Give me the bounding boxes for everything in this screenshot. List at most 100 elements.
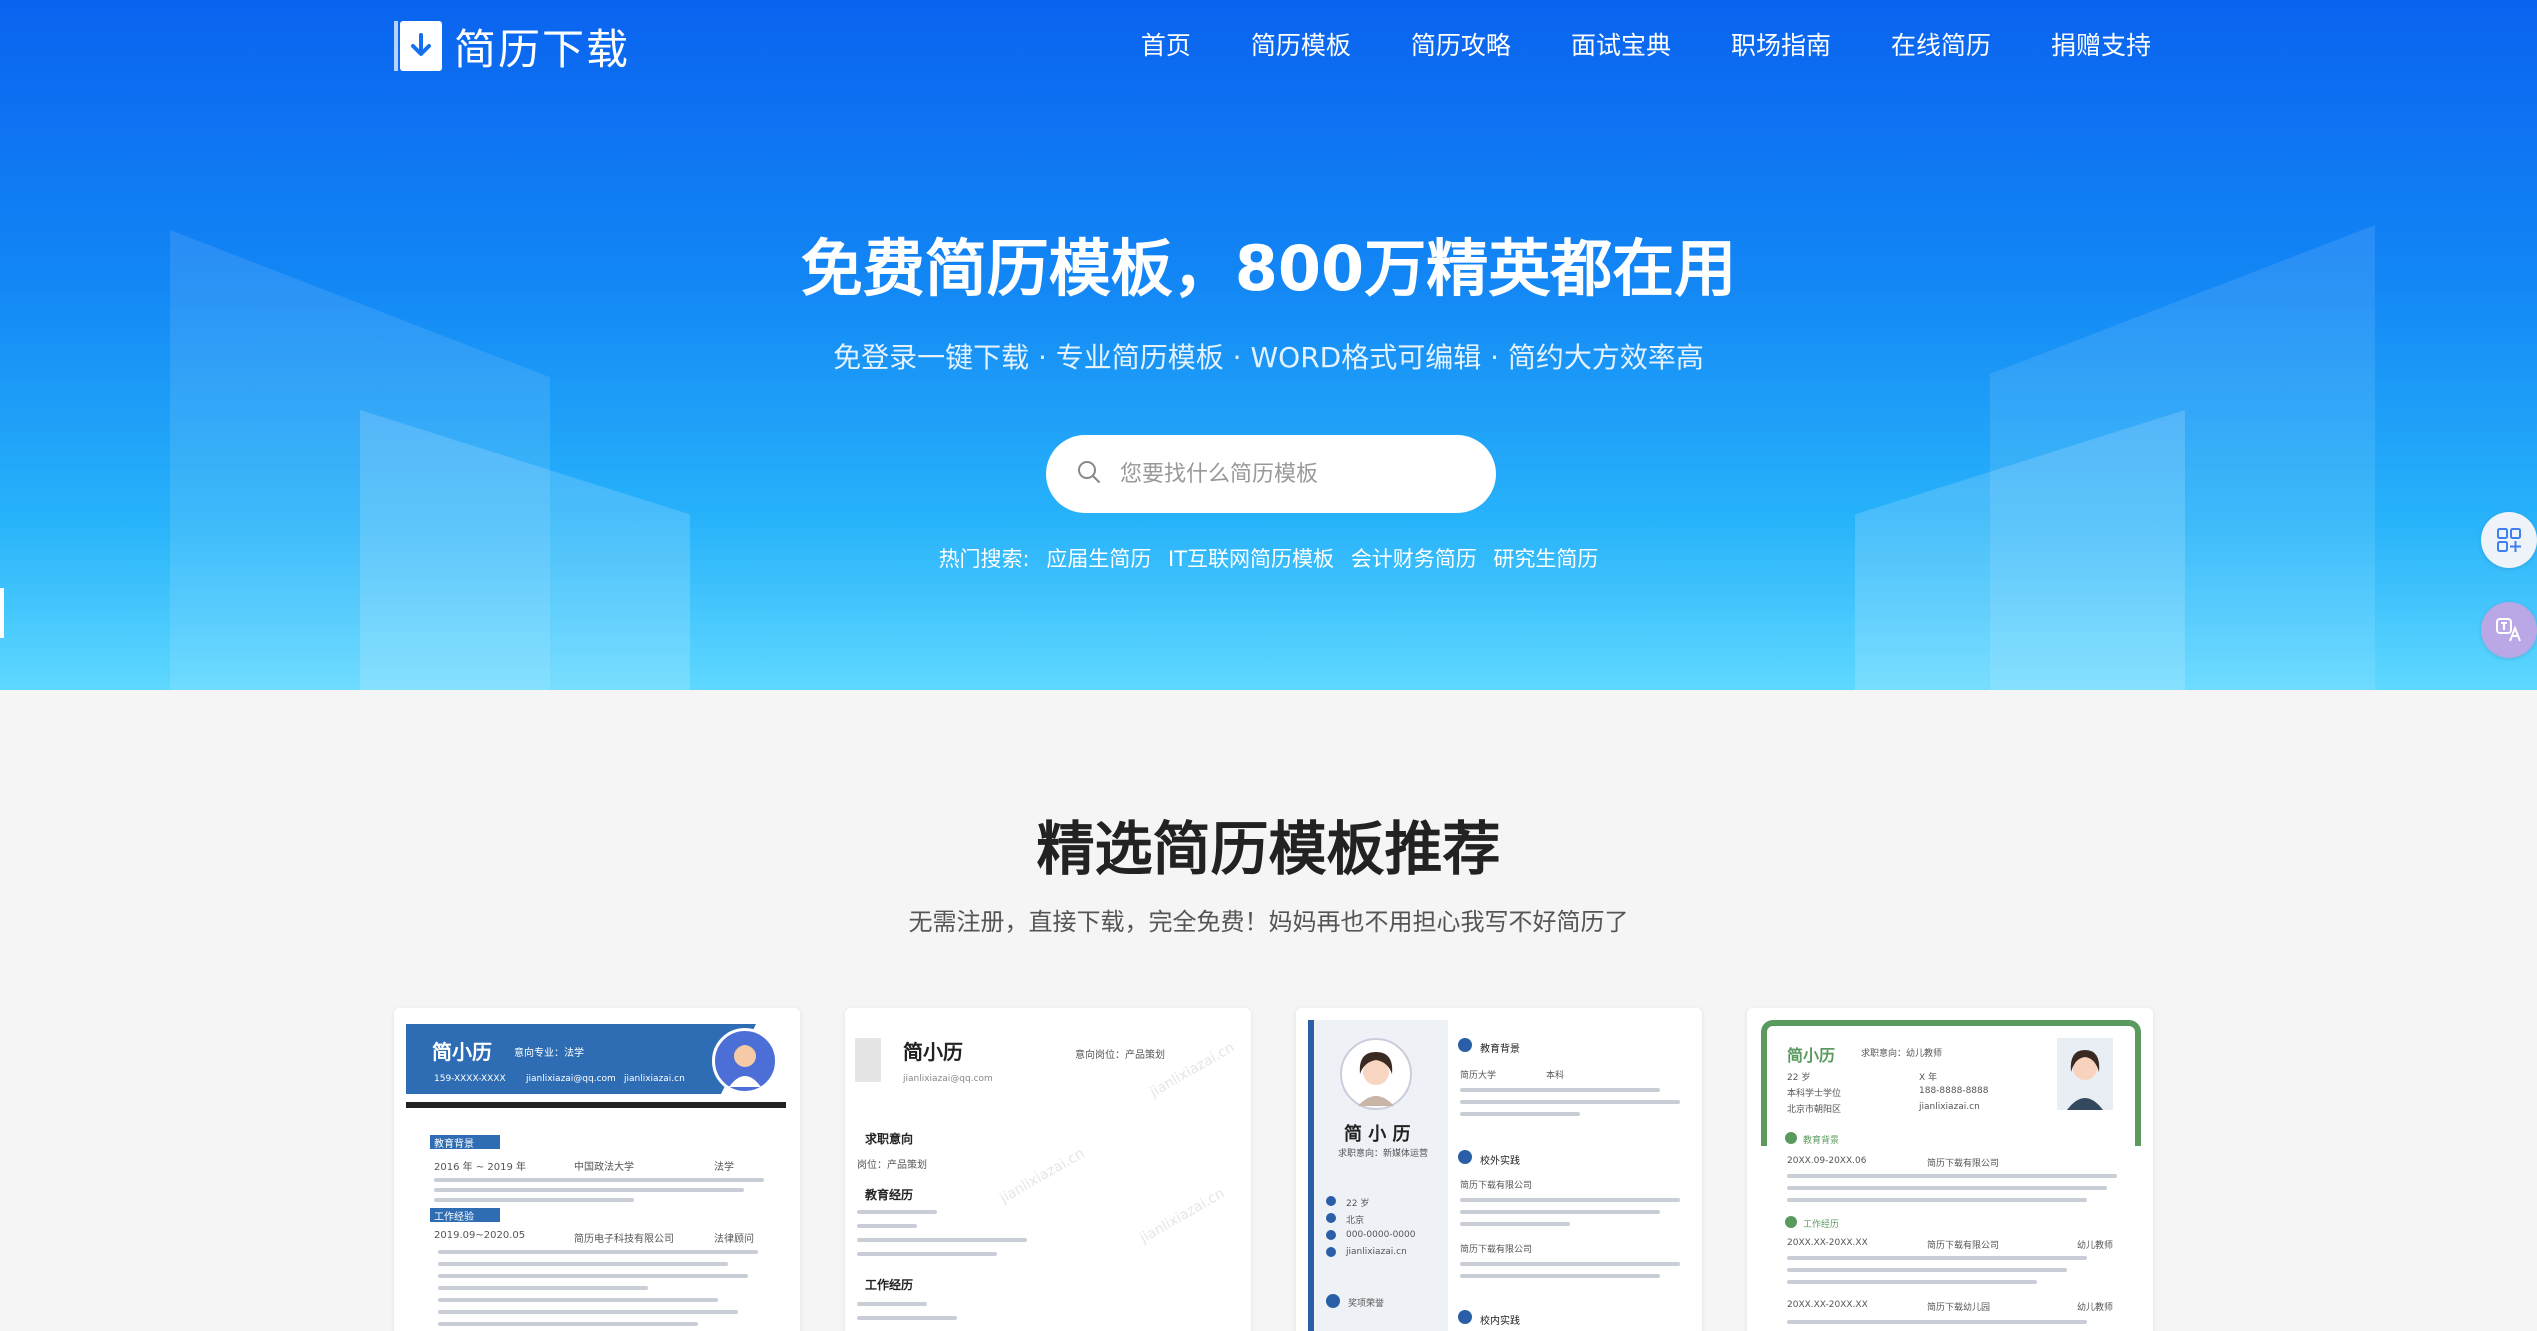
resume-email: jianlixiazai.cn (1919, 1102, 1980, 1112)
resume-site: jianlixiazai.cn (624, 1074, 685, 1084)
watermark: jianlixiazai.cn (997, 1145, 1088, 1207)
hot-searches: 热门搜索: 应届生简历 IT互联网简历模板 会计财务简历 研究生简历 (0, 543, 2537, 573)
resume-age: 22 岁 (1787, 1073, 1811, 1083)
work-role: 幼儿教师 (2077, 1303, 2114, 1313)
location-icon (1326, 1213, 1336, 1223)
photo (2057, 1038, 2113, 1110)
resume-age: 22 岁 (1346, 1199, 1370, 1209)
resume-name: 简小历 (432, 1040, 492, 1064)
edu-school: 中国政法大学 (574, 1162, 634, 1173)
section-label: 工作经历 (1803, 1220, 1840, 1230)
work-company: 简历下载有限公司 (1460, 1245, 1533, 1255)
template-card[interactable]: 简 小 历 求职意向：新媒体运营 22 岁 北京 000-0000-0000 j… (1296, 1008, 1702, 1331)
edu-date: 20XX.09-20XX.06 (1787, 1156, 1867, 1166)
job-line: 岗位：产品策划 (857, 1160, 927, 1171)
section-label: 校内实践 (1480, 1316, 1520, 1327)
nav-item-online-resume[interactable]: 在线简历 (1891, 26, 1991, 62)
award-icon (1326, 1294, 1340, 1308)
section-label: 工作经历 (865, 1278, 914, 1292)
nav-item-interview[interactable]: 面试宝典 (1571, 26, 1671, 62)
hot-search-link[interactable]: 会计财务简历 (1351, 547, 1477, 571)
hot-search-link[interactable]: 研究生简历 (1493, 547, 1598, 571)
section-label: 求职意向 (865, 1132, 914, 1146)
translate-icon[interactable] (2481, 602, 2537, 658)
resume-intent: 求职意向：新媒体运营 (1338, 1149, 1429, 1159)
template-card[interactable]: 简小历 意向专业：法学 159-XXXX-XXXX jianlixiazai@q… (394, 1008, 800, 1331)
avatar (1340, 1038, 1412, 1110)
resume-edu: 本科学士学位 (1787, 1089, 1842, 1099)
resume-name: 简 小 历 (1344, 1124, 1411, 1145)
edu-major: 法学 (714, 1162, 734, 1173)
resume-address: 北京市朝阳区 (1787, 1105, 1842, 1115)
hero-title: 免费简历模板，800万精英都在用 (800, 232, 1737, 305)
search-box[interactable] (1046, 435, 1496, 513)
resume-name: 简小历 (1787, 1046, 1836, 1065)
section-label: 校外实践 (1480, 1156, 1520, 1167)
download-doc-icon (394, 21, 442, 71)
section-label: 教育背景 (1480, 1044, 1520, 1055)
nav-item-guides[interactable]: 简历攻略 (1411, 26, 1511, 62)
hot-search-label: 热门搜索: (938, 547, 1030, 571)
resume-phone: 000-0000-0000 (1346, 1230, 1416, 1240)
search-input[interactable] (1120, 461, 1460, 487)
work-role: 幼儿教师 (2077, 1241, 2114, 1251)
section-label: 奖项荣誉 (1348, 1299, 1385, 1309)
site-logo[interactable]: 简历下载 (394, 20, 630, 74)
hero-subtitle: 免登录一键下载 · 专业简历模板 · WORD格式可编辑 · 简约大方效率高 (833, 341, 1704, 374)
phone-icon (1326, 1230, 1336, 1240)
section-label: 工作经验 (434, 1212, 474, 1223)
campus-icon (1458, 1310, 1472, 1324)
resume-name: 简小历 (903, 1040, 963, 1064)
edu-school: 简历大学 (1460, 1071, 1497, 1081)
work-role: 法律顾问 (714, 1234, 754, 1245)
section-label: 教育背景 (1803, 1136, 1840, 1146)
template-card[interactable]: 简小历 意向岗位：产品策划 jianlixiazai@qq.com jianli… (845, 1008, 1251, 1331)
section-label: 教育经历 (865, 1188, 914, 1202)
resume-email: jianlixiazai@qq.com (526, 1074, 616, 1084)
work-icon (1785, 1216, 1797, 1228)
nav-item-home[interactable]: 首页 (1141, 26, 1191, 62)
resume-email: jianlixiazai@qq.com (903, 1074, 993, 1084)
edu-degree: 本科 (1546, 1071, 1565, 1081)
work-date: 2019.09~2020.05 (434, 1230, 526, 1241)
work-company: 简历电子科技有限公司 (574, 1234, 674, 1245)
nav-item-donate[interactable]: 捐赠支持 (2051, 26, 2151, 62)
main-nav: 首页 简历模板 简历攻略 面试宝典 职场指南 在线简历 捐赠支持 (1141, 26, 2151, 62)
watermark: jianlixiazai.cn (1137, 1185, 1228, 1247)
work-company: 简历下载有限公司 (1460, 1181, 1533, 1191)
person-icon (1326, 1196, 1336, 1206)
nav-item-career[interactable]: 职场指南 (1731, 26, 1831, 62)
hot-search-link[interactable]: 应届生简历 (1046, 547, 1151, 571)
floating-toolbar (2481, 512, 2537, 692)
section-title: 精选简历模板推荐 (1036, 815, 1501, 883)
edu-date: 2016 年 ~ 2019 年 (434, 1162, 526, 1173)
resume-years: X 年 (1919, 1073, 1938, 1083)
resume-phone: 159-XXXX-XXXX (434, 1074, 506, 1084)
resume-intent: 意向专业：法学 (514, 1048, 584, 1059)
work-date: 20XX.XX-20XX.XX (1787, 1300, 1868, 1310)
template-card-list: 简小历 意向专业：法学 159-XXXX-XXXX jianlixiazai@q… (394, 1008, 2153, 1331)
photo-placeholder (855, 1038, 881, 1082)
edu-company: 简历下载有限公司 (1927, 1159, 2000, 1169)
edu-icon (1458, 1038, 1472, 1052)
brand-name: 简历下载 (454, 24, 631, 74)
search-icon[interactable] (1076, 459, 1102, 489)
hero-banner: 简历下载 首页 简历模板 简历攻略 面试宝典 职场指南 在线简历 捐赠支持 免费… (0, 0, 2537, 690)
divider (406, 1102, 786, 1108)
template-card[interactable]: 简小历 求职意向：幼儿教师 22 岁 X 年 本科学士学位 188-8888-8… (1747, 1008, 2153, 1331)
web-icon (1326, 1247, 1336, 1257)
section-label: 教育背景 (434, 1139, 474, 1150)
edu-icon (1785, 1132, 1797, 1144)
nav-item-templates[interactable]: 简历模板 (1251, 26, 1351, 62)
resume-site: jianlixiazai.cn (1346, 1247, 1407, 1257)
edge-handle[interactable] (0, 588, 4, 638)
work-date: 20XX.XX-20XX.XX (1787, 1238, 1868, 1248)
work-company: 简历下载有限公司 (1927, 1241, 2000, 1251)
resume-intent: 意向岗位：产品策划 (1075, 1050, 1165, 1061)
resume-city: 北京 (1346, 1216, 1365, 1226)
hot-search-link[interactable]: IT互联网简历模板 (1168, 547, 1334, 571)
avatar (712, 1028, 778, 1094)
apps-grid-icon[interactable] (2481, 512, 2537, 568)
practice-icon (1458, 1150, 1472, 1164)
section-subtitle: 无需注册，直接下载，完全免费！妈妈再也不用担心我写不好简历了 (908, 908, 1629, 936)
